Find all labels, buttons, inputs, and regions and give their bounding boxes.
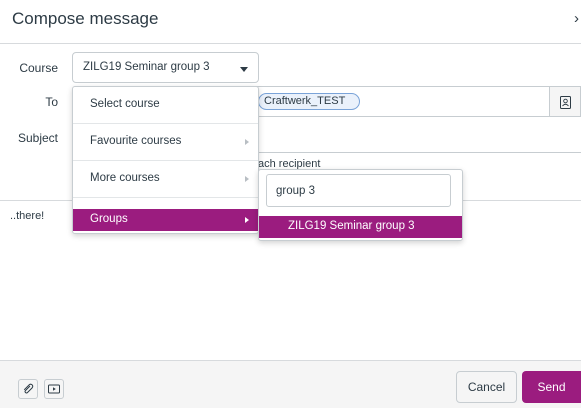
course-select-value: ZILG19 Seminar group 3: [83, 61, 210, 73]
menu-item-label: Select course: [90, 98, 160, 110]
course-dropdown-menu: Select course Favourite courses More cou…: [72, 86, 259, 234]
to-label: To: [45, 95, 58, 109]
menu-item-select-course[interactable]: Select course: [73, 87, 258, 123]
dialog-title: Compose message: [12, 9, 159, 28]
chevron-right-icon: [245, 217, 249, 223]
dialog-header: Compose message ›: [0, 0, 581, 44]
menu-item-more-courses[interactable]: More courses: [73, 161, 258, 197]
address-book-icon: [560, 96, 571, 109]
menu-item-label: More courses: [90, 172, 160, 184]
group-result-label: ZILG19 Seminar group 3: [288, 220, 415, 232]
group-result-item[interactable]: ZILG19 Seminar group 3: [259, 216, 462, 238]
message-body[interactable]: ..there!: [10, 210, 44, 222]
send-button[interactable]: Send: [522, 371, 581, 403]
media-icon: [48, 384, 60, 394]
close-icon[interactable]: ›: [574, 10, 579, 27]
media-button[interactable]: [44, 379, 64, 399]
menu-divider: [73, 197, 258, 198]
cancel-button[interactable]: Cancel: [456, 371, 517, 403]
menu-item-label: Groups: [90, 213, 128, 225]
course-select[interactable]: ZILG19 Seminar group 3: [72, 52, 259, 83]
menu-item-favourite-courses[interactable]: Favourite courses: [73, 124, 258, 160]
subject-label: Subject: [17, 131, 58, 145]
recipient-token[interactable]: Craftwerk_TEST: [258, 93, 361, 110]
chevron-right-icon: [245, 139, 249, 145]
attach-button[interactable]: [18, 379, 38, 399]
groups-submenu: group 3 ZILG19 Seminar group 3: [258, 169, 463, 241]
menu-item-groups[interactable]: Groups: [73, 209, 258, 231]
group-search-value: group 3: [276, 185, 316, 197]
chevron-right-icon: [245, 176, 249, 182]
address-book-button[interactable]: [549, 86, 581, 117]
caret-down-icon: [240, 67, 248, 72]
group-search-input[interactable]: group 3: [266, 174, 451, 207]
menu-item-label: Favourite courses: [90, 135, 182, 147]
attach-icon: [23, 383, 34, 394]
course-label: Course: [19, 61, 58, 75]
